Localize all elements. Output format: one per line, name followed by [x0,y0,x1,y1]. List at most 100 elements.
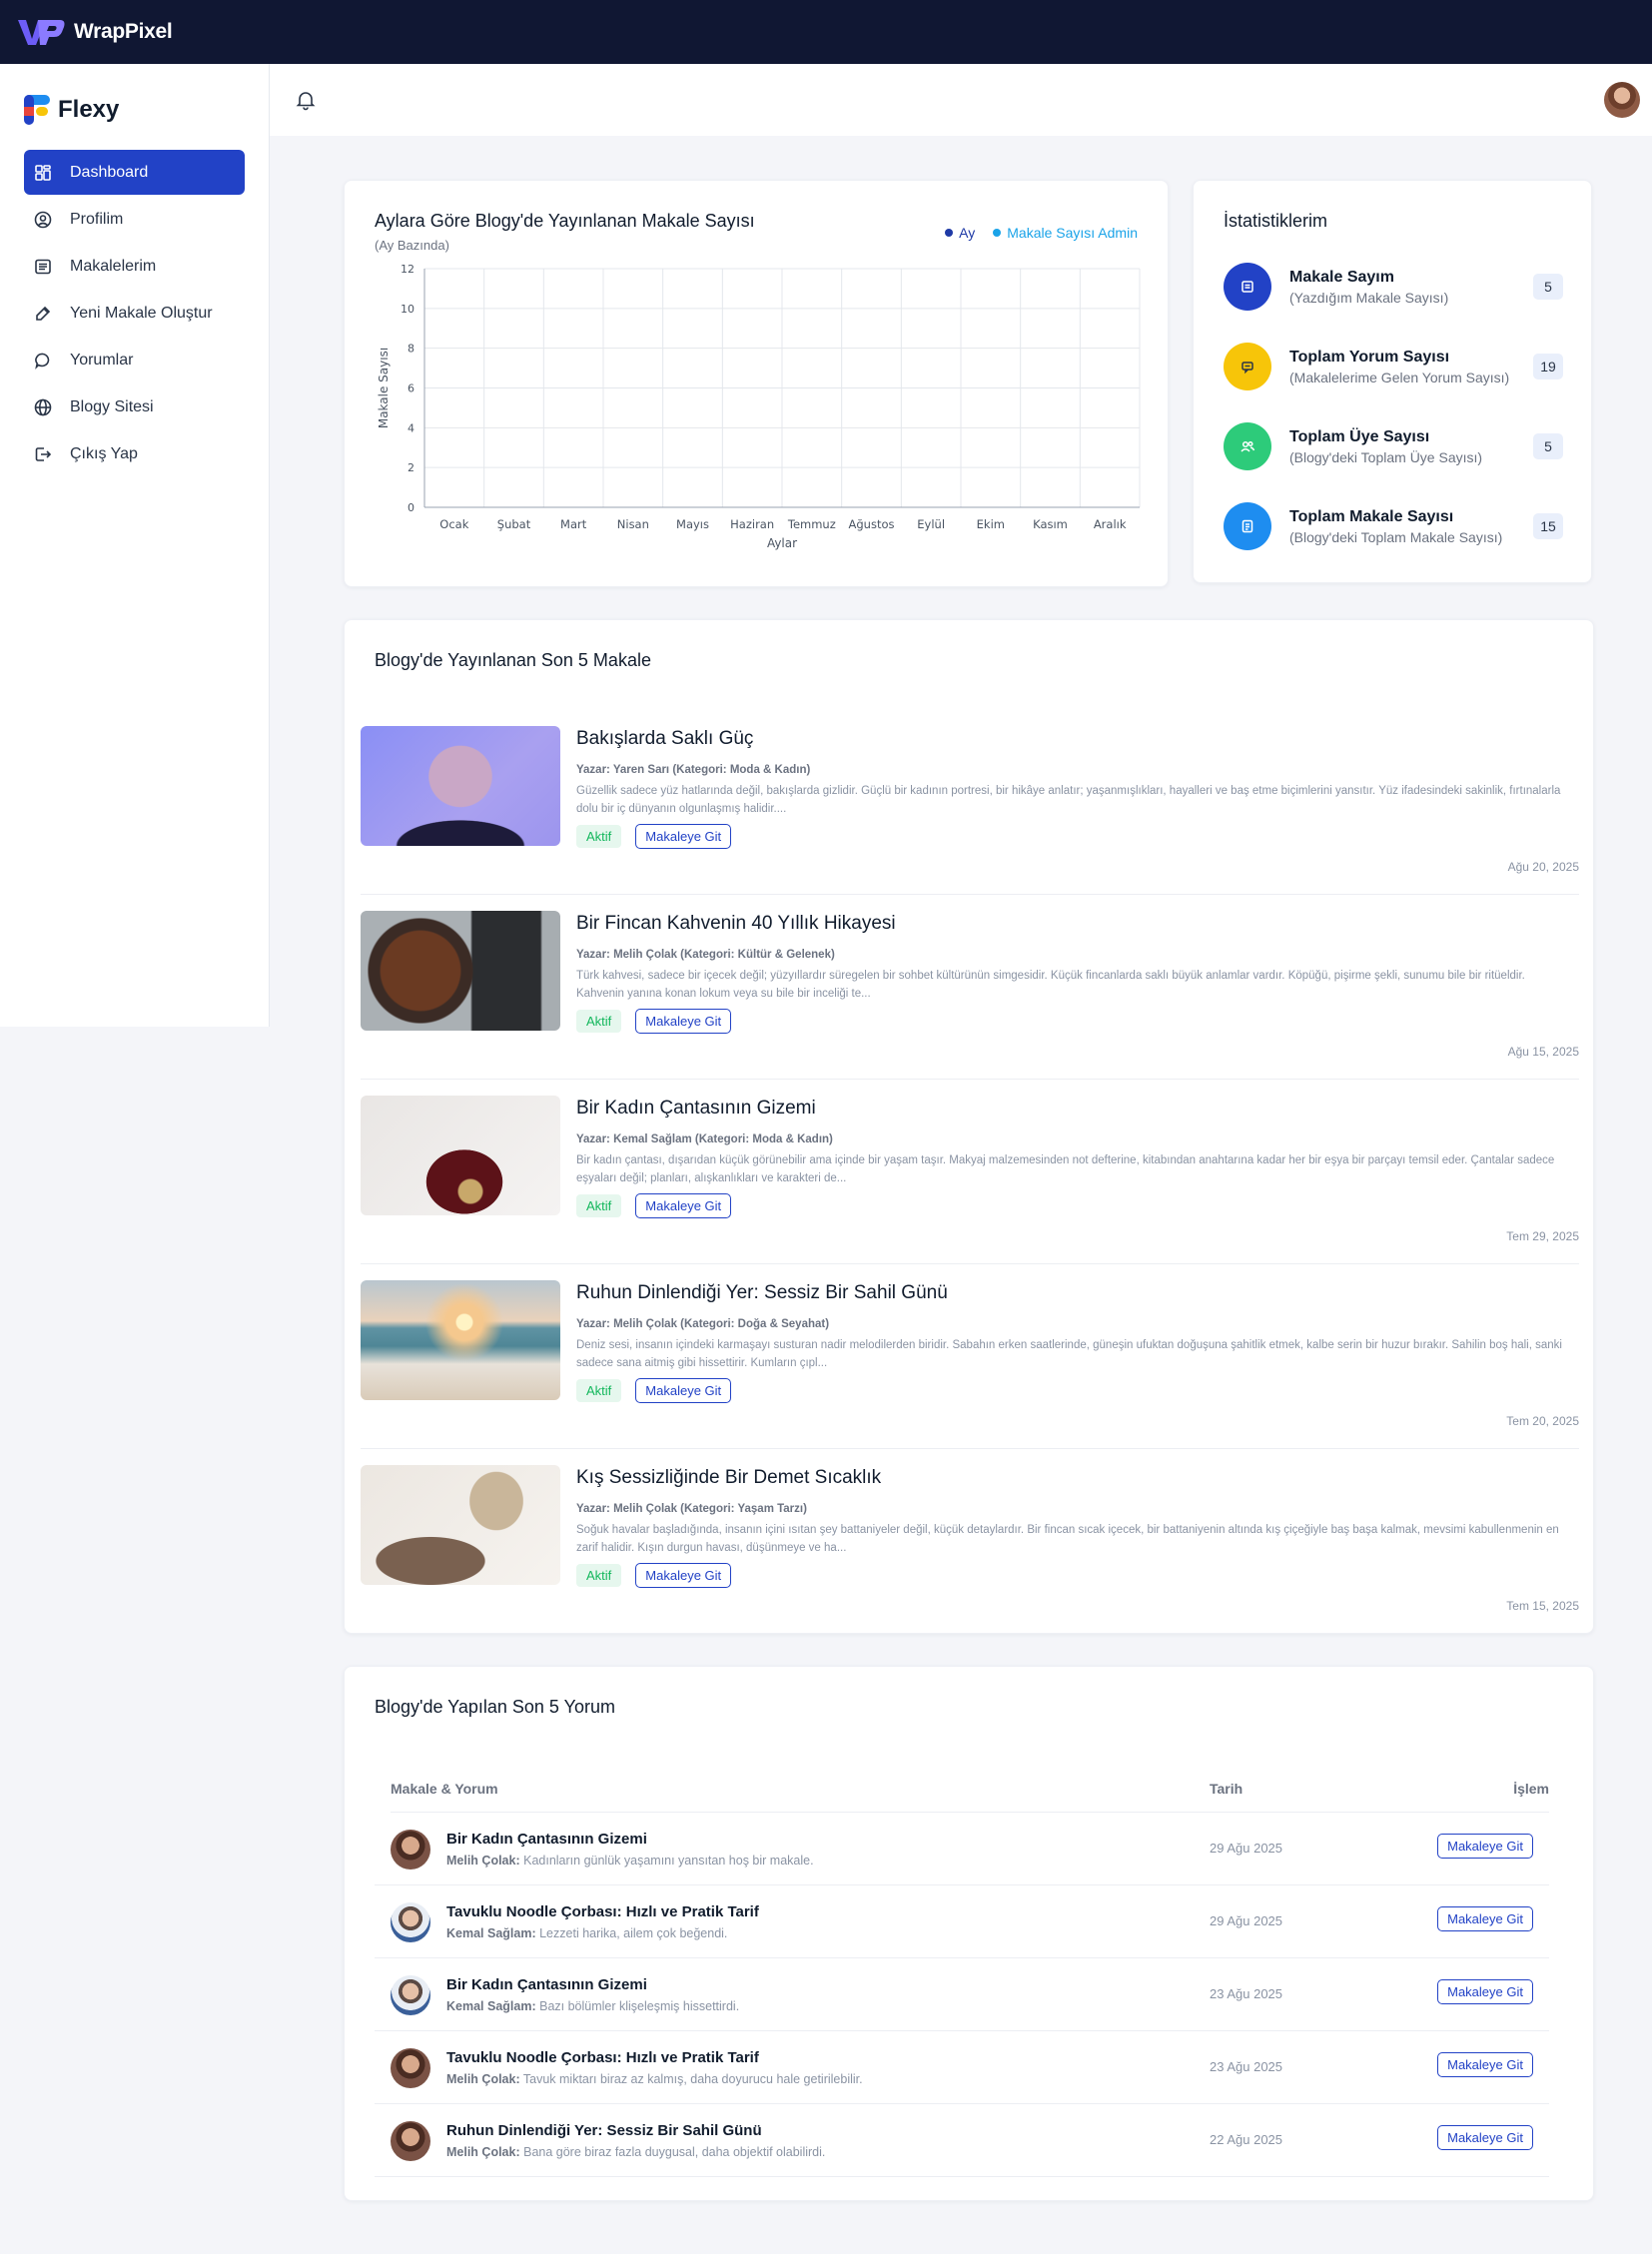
go-to-article-button[interactable]: Makaleye Git [1437,2125,1533,2150]
x-tick-label: Haziran [730,517,774,531]
comment-article-title[interactable]: Ruhun Dinlendiği Yer: Sessiz Bir Sahil G… [446,2122,762,2139]
go-to-article-button[interactable]: Makaleye Git [635,1378,732,1403]
sidebar-item-cikis-yap[interactable]: Çıkış Yap [24,431,245,476]
stat-icon-circle [1224,422,1271,470]
y-tick-label: 8 [408,343,414,356]
sidebar-item-profilim[interactable]: Profilim [24,197,245,242]
stat-subtitle: (Blogy'deki Toplam Makale Sayısı) [1289,528,1503,545]
x-tick-label: Ağustos [849,517,895,531]
sidebar-item-dashboard[interactable]: Dashboard [24,150,245,195]
article-thumbnail[interactable] [361,1465,560,1585]
go-to-article-button[interactable]: Makaleye Git [635,1009,732,1034]
top-brand-bar: WrapPixel [0,0,1652,64]
article-title[interactable]: Bir Fincan Kahvenin 40 Yıllık Hikayesi [576,913,896,935]
go-to-article-button[interactable]: Makaleye Git [635,1563,732,1588]
sidebar-item-blogy-sitesi[interactable]: Blogy Sitesi [24,384,245,429]
article-date: Tem 20, 2025 [1506,1414,1579,1428]
logout-icon [35,446,52,461]
comment-article-title[interactable]: Bir Kadın Çantasının Gizemi [446,1831,647,1848]
column-header-date: Tarih [1210,1781,1243,1797]
user-avatar[interactable] [1604,82,1640,118]
x-tick-label: Şubat [497,517,531,531]
sidebar-logo-text: Flexy [58,96,120,123]
y-axis-title: Makale Sayısı [377,348,391,428]
stat-icon-circle [1224,343,1271,390]
avatar [391,1902,430,1942]
comment-article-title[interactable]: Tavuklu Noodle Çorbası: Hızlı ve Pratik … [446,2049,759,2066]
status-badge: Aktif [576,1194,622,1217]
header-bar [270,64,1652,136]
users-icon [1240,440,1255,452]
status-badge: Aktif [576,1010,622,1033]
article-item: Ruhun Dinlendiği Yer: Sessiz Bir Sahil G… [361,1264,1579,1449]
status-badge: Aktif [576,825,622,848]
article-title[interactable]: Bir Kadın Çantasının Gizemi [576,1098,816,1120]
column-header-article: Makale & Yorum [391,1781,498,1797]
article-date: Ağu 15, 2025 [1507,1045,1579,1059]
sidebar-item-makalelerim[interactable]: Makalelerim [24,244,245,289]
sidebar-item-label: Yeni Makale Oluştur [70,304,213,322]
comment-author: Melih Çolak: [446,1854,520,1868]
article-excerpt: Deniz sesi, insanın içindeki karmaşayı s… [576,1339,1562,1369]
sidebar-logo[interactable]: Flexy [0,64,269,136]
dashboard-icon [35,164,51,181]
go-to-article-button[interactable]: Makaleye Git [1437,2052,1533,2077]
column-header-action: İşlem [1513,1781,1549,1797]
comment-article-title[interactable]: Bir Kadın Çantasının Gizemi [446,1976,647,1993]
x-tick-label: Temmuz [787,517,836,531]
bell-icon[interactable] [294,88,318,112]
comment-date: 29 Ağu 2025 [1210,1841,1283,1856]
go-to-article-button[interactable]: Makaleye Git [635,1193,732,1218]
table-row: Tavuklu Noodle Çorbası: Hızlı ve Pratik … [375,1885,1549,1958]
go-to-article-button[interactable]: Makaleye Git [635,824,732,849]
comment-body: Lezzeti harika, ailem çok beğendi. [539,1926,728,1940]
status-badge: Aktif [576,1564,622,1587]
article-thumbnail[interactable] [361,1096,560,1215]
file-icon [1241,519,1253,533]
x-tick-label: Nisan [617,517,649,531]
article-title[interactable]: Kış Sessizliğinde Bir Demet Sıcaklık [576,1467,881,1489]
x-tick-label: Ekim [977,517,1005,531]
article-title[interactable]: Bakışlarda Saklı Güç [576,728,753,750]
stat-subtitle: (Yazdığım Makale Sayısı) [1289,289,1449,306]
sidebar-item-label: Makalelerim [70,257,157,275]
sidebar-item-yorumlar[interactable]: Yorumlar [24,338,245,382]
article-thumbnail[interactable] [361,1280,560,1400]
comment-text: Melih Çolak: Bana göre biraz fazla duygu… [446,2145,825,2159]
status-badge: Aktif [576,1379,622,1402]
sidebar-item-label: Dashboard [70,163,149,181]
comment-body: Bazı bölümler klişeleşmiş hissettirdi. [539,1999,740,2013]
go-to-article-button[interactable]: Makaleye Git [1437,1979,1533,2004]
article-thumbnail[interactable] [361,726,560,846]
document-icon [1241,281,1253,293]
go-to-article-button[interactable]: Makaleye Git [1437,1906,1533,1931]
comments-title: Blogy'de Yapılan Son 5 Yorum [375,1697,615,1717]
stat-subtitle: (Makalelerime Gelen Yorum Sayısı) [1289,369,1510,385]
article-item: Kış Sessizliğinde Bir Demet Sıcaklık Yaz… [361,1449,1579,1633]
article-date: Tem 29, 2025 [1506,1229,1579,1243]
x-tick-label: Mayıs [676,517,709,531]
sidebar-item-yeni-makale[interactable]: Yeni Makale Oluştur [24,291,245,336]
brand-logo[interactable]: WrapPixel [16,17,173,47]
table-row: Bir Kadın Çantasının Gizemi Kemal Sağlam… [375,1958,1549,2031]
article-item: Bakışlarda Saklı Güç Yazar: Yaren Sarı (… [361,710,1579,895]
x-tick-label: Kasım [1033,517,1068,531]
avatar [391,2048,430,2088]
comment-author: Kemal Sağlam: [446,1999,536,2013]
article-meta: Yazar: Melih Çolak (Kategori: Kültür & G… [576,949,835,961]
stat-title: Toplam Makale Sayısı [1289,507,1454,525]
go-to-article-button[interactable]: Makaleye Git [1437,1834,1533,1859]
stat-toplam-yorum: Toplam Yorum Sayısı (Makalelerime Gelen … [1224,343,1563,390]
table-row: Ruhun Dinlendiği Yer: Sessiz Bir Sahil G… [375,2104,1549,2177]
article-thumbnail[interactable] [361,911,560,1031]
article-title[interactable]: Ruhun Dinlendiği Yer: Sessiz Bir Sahil G… [576,1282,948,1304]
comment-text: Kemal Sağlam: Lezzeti harika, ailem çok … [446,1926,727,1940]
comment-text: Melih Çolak: Tavuk miktarı biraz az kalm… [446,2072,863,2086]
article-excerpt: Soğuk havalar başladığında, insanın için… [576,1524,1559,1554]
y-tick-label: 0 [408,501,414,514]
sidebar-nav: Dashboard Profilim Makalelerim Yeni Maka… [0,136,269,476]
stat-title: Toplam Üye Sayısı [1289,427,1430,445]
x-tick-label: Mart [560,517,587,531]
comment-article-title[interactable]: Tavuklu Noodle Çorbası: Hızlı ve Pratik … [446,1903,759,1920]
stat-toplam-makale: Toplam Makale Sayısı (Blogy'deki Toplam … [1224,502,1563,550]
